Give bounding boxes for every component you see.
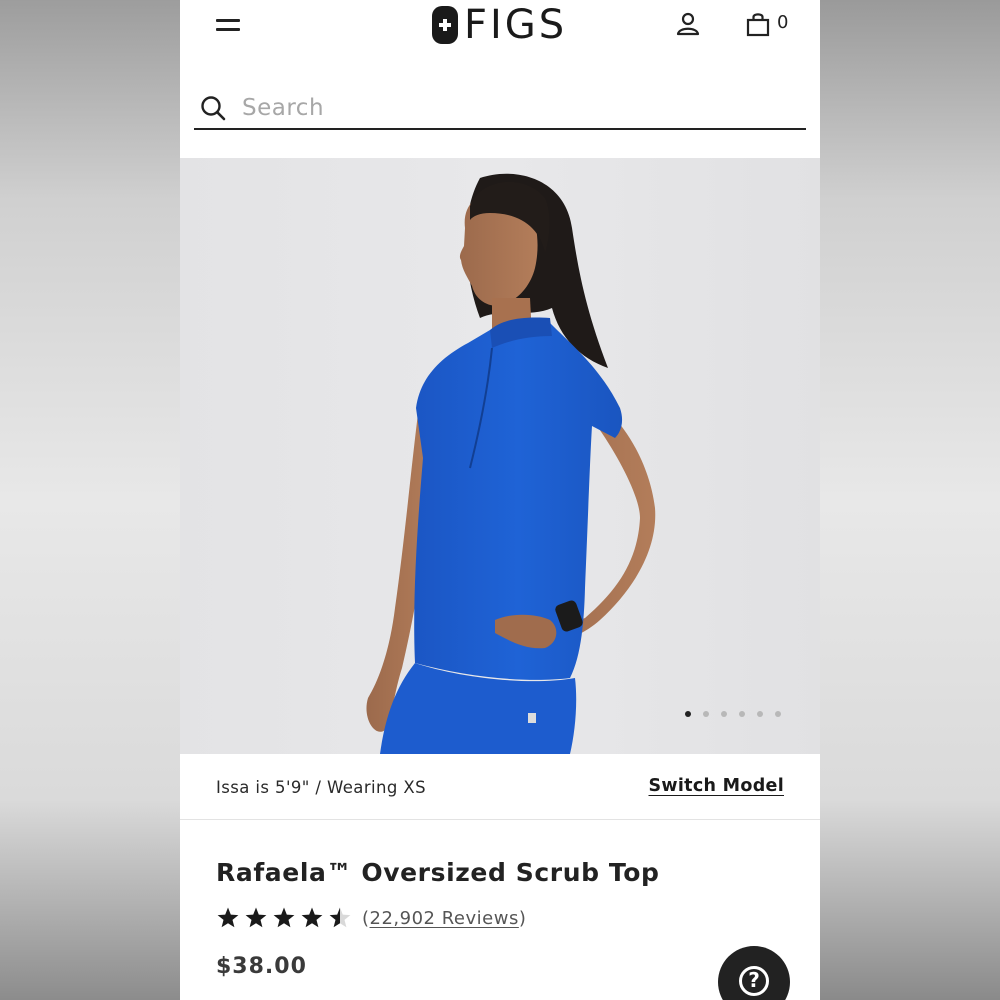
- gallery-dot[interactable]: [757, 711, 763, 717]
- search-icon: [201, 96, 226, 121]
- site-header: FIGS 0: [180, 0, 820, 60]
- plus-logo-icon: [432, 6, 458, 44]
- question-glyph: ?: [748, 968, 760, 992]
- reviews-count: 22,902 Reviews: [369, 907, 519, 929]
- reviews-paren-open: (: [362, 907, 370, 929]
- background-left: [0, 0, 180, 1000]
- reviews-link[interactable]: (22,902 Reviews): [362, 908, 526, 929]
- product-photo: [366, 173, 656, 754]
- menu-button[interactable]: [214, 13, 242, 37]
- product-price: $38.00: [216, 954, 307, 979]
- cart-button[interactable]: [744, 10, 772, 38]
- gallery-dot[interactable]: [703, 711, 709, 717]
- search-input[interactable]: [242, 95, 762, 121]
- mobile-page: FIGS 0 Search Issa is 5'9" / Wearing XS …: [180, 0, 820, 1000]
- help-button[interactable]: ?: [718, 946, 790, 1000]
- product-rating: (22,902 Reviews): [216, 906, 526, 930]
- model-info-row: Issa is 5'9" / Wearing XS Switch Model: [180, 754, 820, 820]
- reviews-paren-close: ): [518, 907, 527, 929]
- gallery-dot[interactable]: [721, 711, 727, 717]
- user-icon: [676, 12, 700, 36]
- account-button[interactable]: [674, 10, 702, 38]
- gallery-dot[interactable]: [685, 711, 691, 717]
- gallery-pagination: [685, 711, 781, 717]
- brand-logo[interactable]: FIGS: [432, 4, 567, 46]
- search-bar[interactable]: [194, 88, 806, 130]
- shopping-bag-icon: [746, 13, 770, 37]
- hamburger-icon-line: [216, 28, 240, 31]
- switch-model-link[interactable]: Switch Model: [649, 776, 785, 796]
- gallery-dot[interactable]: [775, 711, 781, 717]
- star-rating: [216, 906, 352, 930]
- background-right: [820, 0, 1000, 1000]
- star-icon: [273, 907, 295, 928]
- product-image-gallery[interactable]: [180, 158, 820, 754]
- star-icon: [329, 907, 351, 928]
- hamburger-icon-line: [216, 19, 240, 22]
- star-icon: [217, 907, 239, 928]
- product-title: Rafaela™ Oversized Scrub Top: [216, 858, 660, 887]
- brand-name: FIGS: [464, 2, 568, 48]
- gallery-dot[interactable]: [739, 711, 745, 717]
- model-size-info: Issa is 5'9" / Wearing XS: [216, 778, 426, 797]
- star-icon: [245, 907, 267, 928]
- cart-count: 0: [777, 12, 789, 33]
- star-icon: [301, 907, 323, 928]
